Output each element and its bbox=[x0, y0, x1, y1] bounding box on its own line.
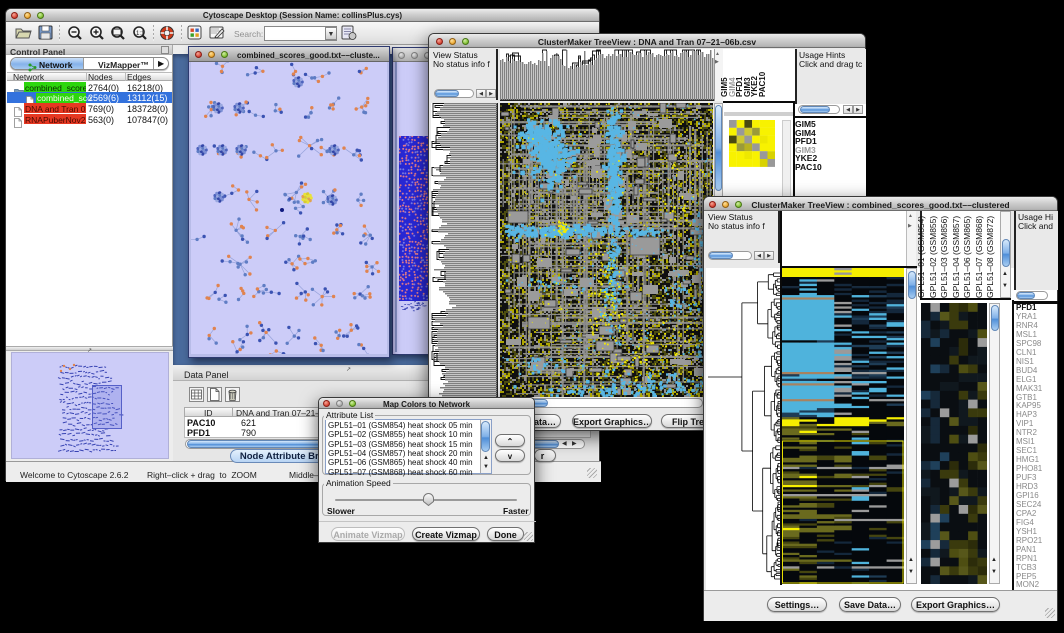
svg-text:1:1: 1:1 bbox=[136, 31, 145, 37]
